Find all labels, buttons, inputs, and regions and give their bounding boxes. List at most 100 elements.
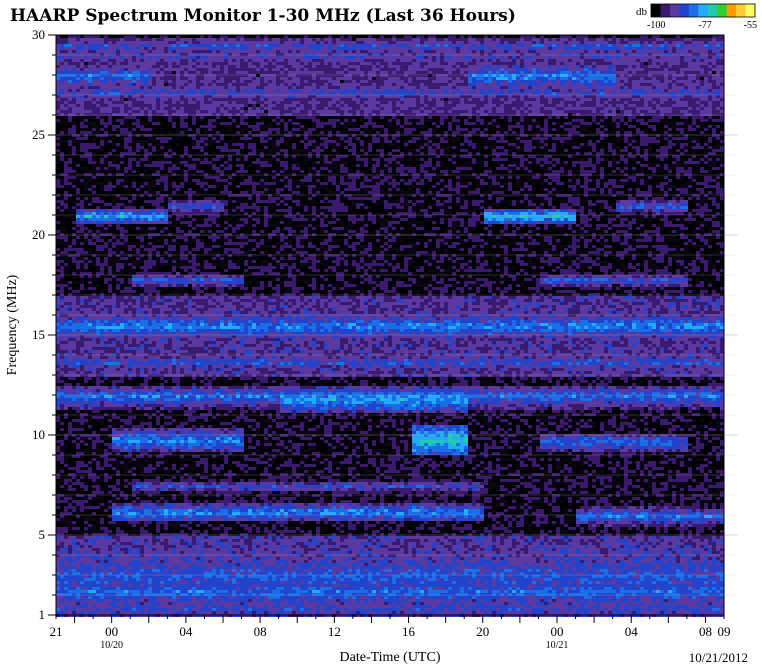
heatmap-cell <box>584 92 588 95</box>
heatmap-cell <box>516 104 520 107</box>
heatmap-cell <box>396 38 400 41</box>
heatmap-cell <box>160 68 164 71</box>
heatmap-cell <box>252 104 256 107</box>
heatmap-cell <box>324 89 328 92</box>
heatmap-cell <box>412 47 416 50</box>
heatmap-cell <box>540 56 544 59</box>
heatmap-cell <box>376 50 380 53</box>
heatmap-cell <box>476 95 480 98</box>
heatmap-cell <box>280 104 284 107</box>
heatmap-cell <box>64 47 68 50</box>
heatmap-cell <box>688 74 692 77</box>
heatmap-cell <box>636 92 640 95</box>
heatmap-cell <box>128 56 132 59</box>
heatmap-cell <box>72 71 76 74</box>
heatmap-cell <box>156 83 160 86</box>
heatmap-cell <box>376 47 380 50</box>
heatmap-cell <box>456 71 460 74</box>
heatmap-cell <box>252 47 256 50</box>
heatmap-cell <box>348 65 352 68</box>
heatmap-cell <box>712 77 716 80</box>
heatmap-cell <box>648 95 652 98</box>
heatmap-cell <box>672 68 676 71</box>
heatmap-cell <box>128 74 132 77</box>
heatmap-cell <box>200 95 204 98</box>
heatmap-cell <box>436 83 440 86</box>
heatmap-cell <box>500 80 504 83</box>
heatmap-cell <box>572 68 576 71</box>
heatmap-cell <box>544 38 548 41</box>
heatmap-cell <box>124 92 128 95</box>
heatmap-cell <box>484 95 488 98</box>
heatmap-cell <box>444 101 448 104</box>
heatmap-cell <box>552 89 556 92</box>
heatmap-cell <box>224 71 228 74</box>
heatmap-cell <box>180 101 184 104</box>
heatmap-cell <box>296 77 300 80</box>
heatmap-cell <box>160 65 164 68</box>
heatmap-cell <box>256 71 260 74</box>
heatmap-cell <box>472 86 476 89</box>
heatmap-cell <box>576 86 580 89</box>
heatmap-cell <box>168 80 172 83</box>
heatmap-cell <box>420 98 424 101</box>
heatmap-cell <box>588 80 592 83</box>
heatmap-cell <box>296 71 300 74</box>
heatmap-cell <box>260 89 264 92</box>
colorbar-swatch <box>746 4 756 17</box>
heatmap-cell <box>560 101 564 104</box>
heatmap-cell <box>408 38 412 41</box>
heatmap-cell <box>264 44 268 47</box>
heatmap-cell <box>288 47 292 50</box>
heatmap-cell <box>576 98 580 101</box>
heatmap-cell <box>484 56 488 59</box>
heatmap-cell <box>636 98 640 101</box>
heatmap-cell <box>152 71 156 74</box>
heatmap-cell <box>396 71 400 74</box>
heatmap-cell <box>532 95 536 98</box>
heatmap-cell <box>136 71 140 74</box>
heatmap-cell <box>580 50 584 53</box>
heatmap-cell <box>432 71 436 74</box>
heatmap-cell <box>612 104 616 107</box>
heatmap-cell <box>532 53 536 56</box>
heatmap-cell <box>676 92 680 95</box>
heatmap-cell <box>432 44 436 47</box>
heatmap-cell <box>400 74 404 77</box>
heatmap-cell <box>388 68 392 71</box>
heatmap-cell <box>84 68 88 71</box>
heatmap-cell <box>560 53 564 56</box>
heatmap-cell <box>364 104 368 107</box>
heatmap-cell <box>324 62 328 65</box>
heatmap-cell <box>588 86 592 89</box>
heatmap-cell <box>192 98 196 101</box>
heatmap-cell <box>212 98 216 101</box>
heatmap-cell <box>240 53 244 56</box>
heatmap-cell <box>152 56 156 59</box>
heatmap-cell <box>144 47 148 50</box>
heatmap-cell <box>684 38 688 41</box>
heatmap-cell <box>184 47 188 50</box>
heatmap-cell <box>416 68 420 71</box>
heatmap-cell <box>656 101 660 104</box>
heatmap-cell <box>592 59 596 62</box>
heatmap-cell <box>520 71 524 74</box>
heatmap-cell <box>684 83 688 86</box>
heatmap-cell <box>156 86 160 89</box>
heatmap-cell <box>152 68 156 71</box>
heatmap-cell <box>612 38 616 41</box>
heatmap-cell <box>196 86 200 89</box>
heatmap-cell <box>616 71 620 74</box>
heatmap-cell <box>256 86 260 89</box>
heatmap-cell <box>156 74 160 77</box>
heatmap-cell <box>236 101 240 104</box>
heatmap-cell <box>268 80 272 83</box>
heatmap-cell <box>188 86 192 89</box>
heatmap-cell <box>292 56 296 59</box>
heatmap-cell <box>252 77 256 80</box>
heatmap-cell <box>320 77 324 80</box>
heatmap-cell <box>452 41 456 44</box>
heatmap-cell <box>104 104 108 107</box>
heatmap-cell <box>632 38 636 41</box>
heatmap-cell <box>92 38 96 41</box>
